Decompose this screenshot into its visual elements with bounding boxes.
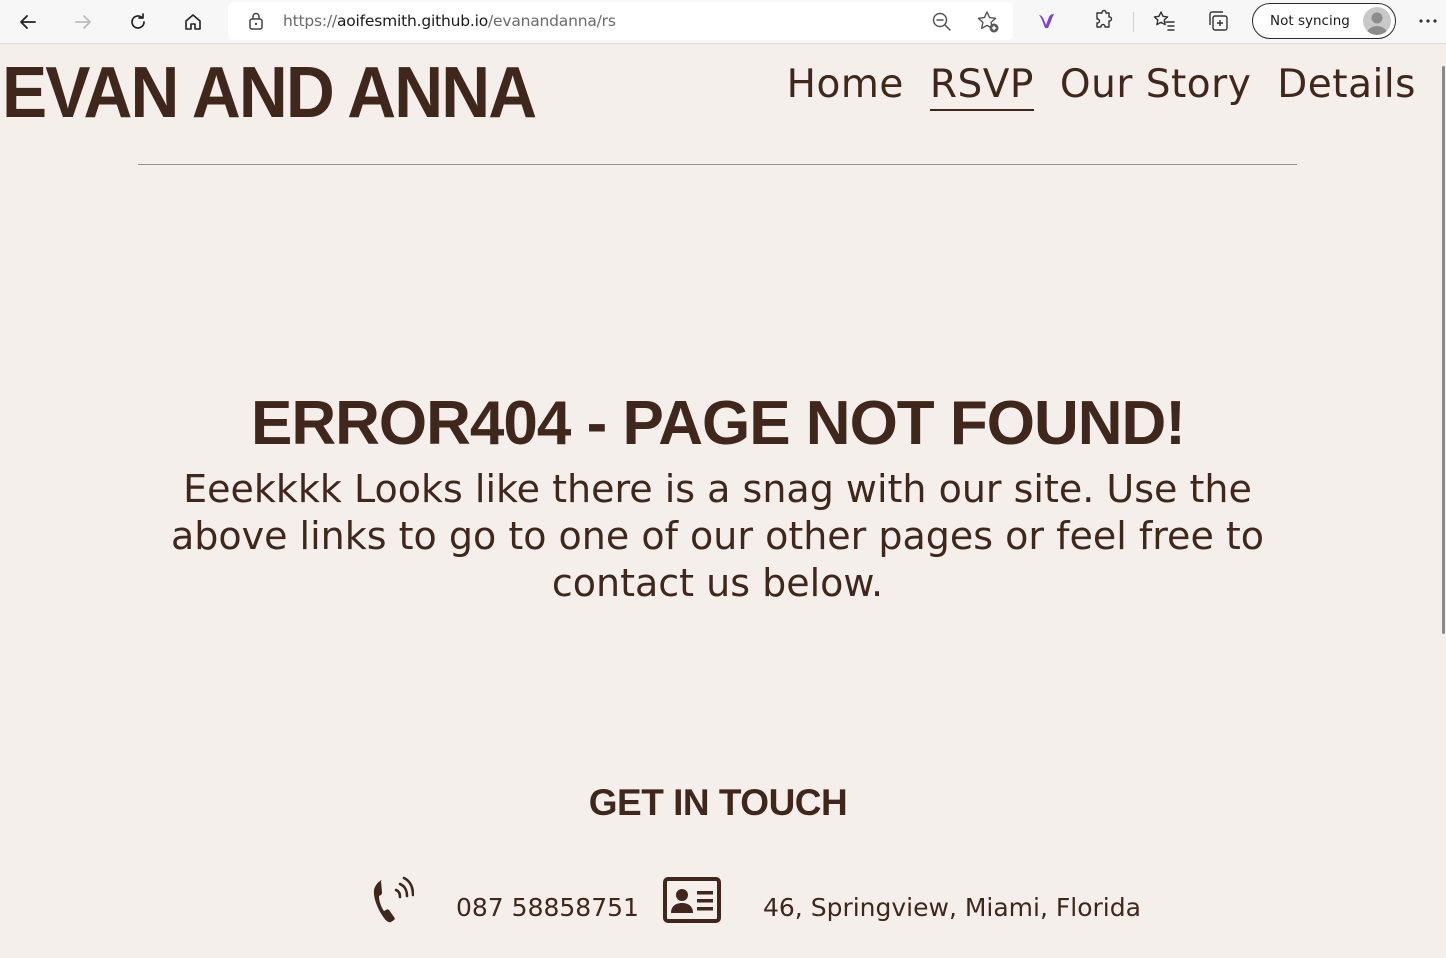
contact-heading: GET IN TOUCH xyxy=(588,782,848,823)
nav-link-details[interactable]: Details xyxy=(1277,62,1416,111)
error-heading: ERROR404 - PAGE NOT FOUND! xyxy=(251,389,1186,458)
lock-icon[interactable] xyxy=(248,12,264,30)
url-path: /evanandanna/rs xyxy=(487,12,616,30)
profile-sync-button[interactable]: Not syncing xyxy=(1252,3,1396,39)
nav-link-rsvp[interactable]: RSVP xyxy=(929,62,1034,111)
address-card-icon xyxy=(663,877,721,923)
phone-icon xyxy=(373,876,414,923)
collections-icon[interactable] xyxy=(1207,9,1231,33)
extensions-puzzle-icon[interactable] xyxy=(1091,9,1115,33)
address-bar[interactable]: https://aoifesmith.github.io/evanandanna… xyxy=(228,2,1013,40)
nav-link-home[interactable]: Home xyxy=(787,62,904,111)
contact-address: 46, Springview, Miami, Florida xyxy=(763,893,1141,922)
refresh-icon xyxy=(131,13,145,29)
extension-v-icon[interactable] xyxy=(1036,9,1060,33)
avatar xyxy=(1363,7,1391,35)
page-scrollbar[interactable] xyxy=(1442,66,1445,634)
arrow-left-icon xyxy=(20,15,36,29)
sync-label: Not syncing xyxy=(1270,13,1350,29)
back-button[interactable] xyxy=(12,6,44,38)
zoom-out-icon[interactable] xyxy=(930,10,954,34)
error-message: Eeekkkk Looks like there is a snag with … xyxy=(170,467,1265,605)
nav-link-our-story[interactable]: Our Story xyxy=(1060,62,1251,111)
home-icon xyxy=(185,14,201,30)
toolbar-divider xyxy=(1133,12,1134,32)
person-icon xyxy=(1366,12,1388,35)
site-nav: Home RSVP Our Story Details xyxy=(787,62,1416,111)
favorites-icon[interactable] xyxy=(1152,9,1176,33)
url-host: aoifesmith.github.io xyxy=(336,12,488,30)
site-title[interactable]: EVAN AND ANNA xyxy=(2,52,537,134)
url-scheme: https:// xyxy=(283,12,337,30)
refresh-button[interactable] xyxy=(122,6,154,38)
url-text[interactable]: https://aoifesmith.github.io/evanandanna… xyxy=(283,12,616,30)
forward-button[interactable] xyxy=(67,6,99,38)
contact-phone[interactable]: 087 58858751 xyxy=(456,893,639,922)
browser-toolbar: https://aoifesmith.github.io/evanandanna… xyxy=(0,0,1446,44)
arrow-right-icon xyxy=(75,15,91,29)
more-menu-icon[interactable] xyxy=(1416,9,1440,33)
add-favorite-icon[interactable] xyxy=(976,10,1000,34)
home-button[interactable] xyxy=(177,6,209,38)
header-divider xyxy=(138,164,1297,165)
